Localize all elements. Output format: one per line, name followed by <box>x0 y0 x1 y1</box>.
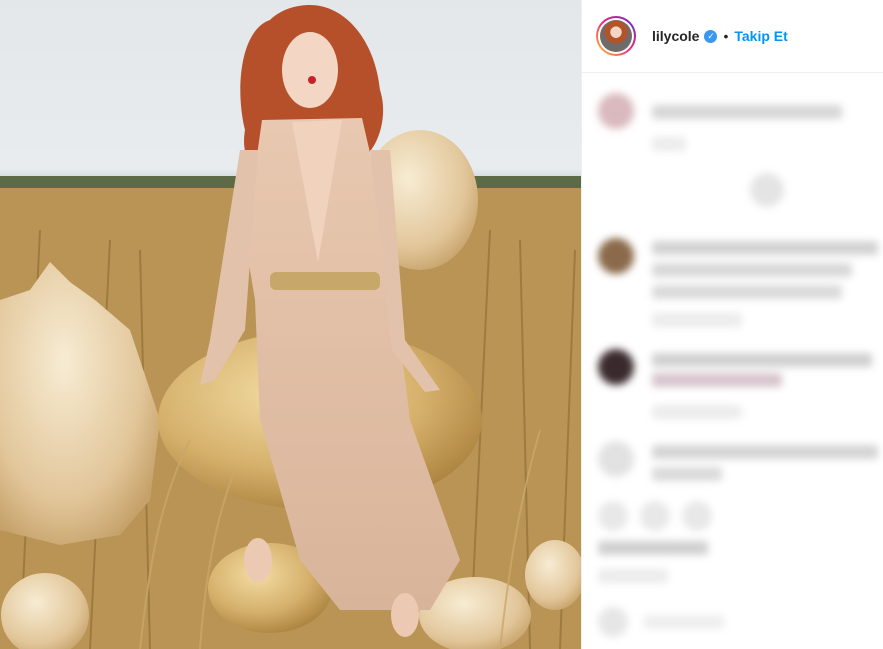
add-comment-input-blurred[interactable] <box>644 615 724 629</box>
comment-text-blurred <box>652 373 782 387</box>
comments-section-blurred <box>582 73 883 649</box>
comment-text-blurred <box>652 445 878 459</box>
post-photo[interactable] <box>0 0 581 649</box>
comment-text-blurred <box>652 353 872 367</box>
author-username[interactable]: lilycole <box>652 28 699 44</box>
separator-dot: • <box>723 28 729 44</box>
like-icon[interactable] <box>598 501 628 531</box>
share-icon[interactable] <box>682 501 712 531</box>
post-sidebar: lilycole ✓ • Takip Et <box>581 0 883 649</box>
comment-text-blurred <box>652 263 852 277</box>
comment-meta-blurred <box>652 137 686 151</box>
avatar-frame <box>598 18 634 54</box>
comment-icon[interactable] <box>640 501 670 531</box>
story-ring[interactable] <box>596 16 636 56</box>
comment-meta-blurred <box>652 405 742 419</box>
comment-text-blurred <box>652 285 842 299</box>
comment-text-blurred <box>652 467 722 481</box>
post-header: lilycole ✓ • Takip Et <box>582 0 883 73</box>
likes-count-blurred <box>598 541 708 555</box>
photo-illustration <box>0 5 581 649</box>
load-more-comments-icon[interactable] <box>750 173 784 207</box>
post-date-blurred <box>598 569 668 583</box>
comment-avatar[interactable] <box>598 349 634 385</box>
comment-meta-blurred <box>652 313 742 327</box>
comment-avatar[interactable] <box>598 441 634 477</box>
post-dialog: lilycole ✓ • Takip Et <box>0 0 883 649</box>
comment-avatar[interactable] <box>598 93 634 129</box>
emoji-icon[interactable] <box>598 607 628 637</box>
follow-button[interactable]: Takip Et <box>734 28 787 44</box>
avatar[interactable] <box>600 20 632 52</box>
comment-avatar[interactable] <box>598 238 634 274</box>
comment-text-blurred <box>652 105 842 119</box>
comment-text-blurred <box>652 241 878 255</box>
verified-badge-icon: ✓ <box>704 29 718 43</box>
